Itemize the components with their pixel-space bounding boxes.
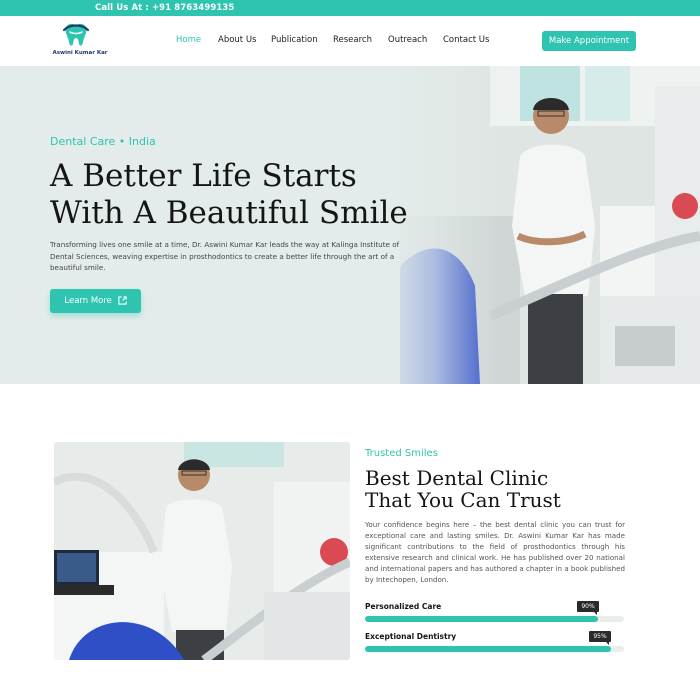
hero-title-line-2: With A Beautiful Smile bbox=[50, 195, 408, 231]
call-us-text[interactable]: Call Us At : +91 8763499135 bbox=[95, 3, 234, 13]
hero-eyebrow: Dental Care • India bbox=[50, 135, 156, 148]
clinic-doctor-photo bbox=[54, 442, 350, 660]
top-contact-bar: Call Us At : +91 8763499135 bbox=[0, 0, 700, 16]
skill-label-exceptional-dentistry: Exceptional Dentistry bbox=[365, 632, 457, 641]
skill-progress-bar bbox=[365, 616, 624, 622]
nav-publication[interactable]: Publication bbox=[271, 35, 318, 45]
hero-title: A Better Life Starts With A Beautiful Sm… bbox=[50, 158, 408, 232]
hero-title-line-1: A Better Life Starts bbox=[50, 158, 357, 194]
nav-contact-us[interactable]: Contact Us bbox=[443, 35, 489, 45]
tooth-logo-icon bbox=[62, 23, 90, 46]
nav-home[interactable]: Home bbox=[176, 35, 201, 45]
skill-progress-fill bbox=[365, 616, 599, 622]
hero-section: Dental Care • India A Better Life Starts… bbox=[0, 66, 700, 384]
logo-name: Aswini Kumar Kar bbox=[52, 50, 108, 56]
skill-progress-fill bbox=[365, 646, 612, 652]
about-title: Best Dental Clinic That You Can Trust bbox=[365, 467, 561, 511]
about-title-line-2: That You Can Trust bbox=[365, 488, 561, 512]
nav-about-us[interactable]: About Us bbox=[218, 35, 256, 45]
about-title-line-1: Best Dental Clinic bbox=[365, 466, 549, 490]
skill-progress-bar bbox=[365, 646, 624, 652]
about-description: Your confidence begins here – the best d… bbox=[365, 520, 625, 584]
learn-more-label: Learn More bbox=[64, 296, 112, 306]
skill-label-personalized-care: Personalized Care bbox=[365, 602, 442, 611]
nav-research[interactable]: Research bbox=[333, 35, 372, 45]
nav-outreach[interactable]: Outreach bbox=[388, 35, 427, 45]
learn-more-button[interactable]: Learn More bbox=[50, 289, 141, 313]
external-link-icon bbox=[117, 296, 127, 305]
navbar: Aswini Kumar Kar Home About Us Publicati… bbox=[0, 16, 700, 66]
make-appointment-button[interactable]: Make Appointment bbox=[542, 31, 636, 51]
site-logo[interactable]: Aswini Kumar Kar bbox=[50, 22, 110, 62]
skill-percent-badge: 90% bbox=[577, 601, 599, 615]
hero-description: Transforming lives one smile at a time, … bbox=[50, 240, 400, 272]
skill-percent-badge: 95% bbox=[589, 631, 611, 645]
about-eyebrow: Trusted Smiles bbox=[365, 448, 438, 459]
